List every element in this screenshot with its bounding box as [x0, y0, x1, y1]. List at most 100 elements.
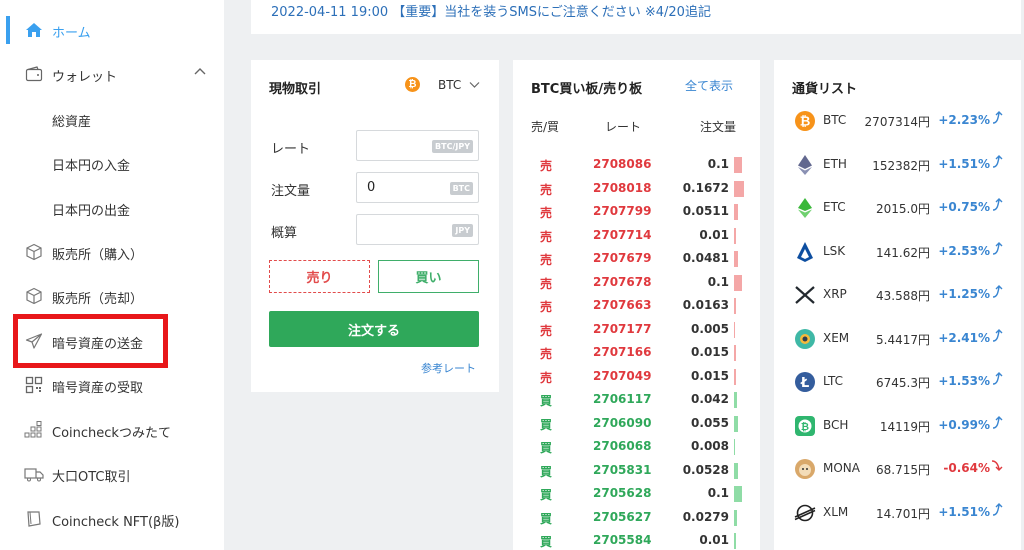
- coin-row-xrp[interactable]: XRP 43.588円 +1.25%: [774, 274, 1021, 318]
- unit-badge: BTC/JPY: [432, 140, 473, 153]
- sidebar-item-nft[interactable]: Coincheck NFT(β版): [0, 503, 224, 535]
- depth-bar: [734, 392, 737, 408]
- depth-bar: [734, 227, 736, 244]
- order-price: 2706117: [593, 392, 652, 406]
- order-qty: 0.0163: [682, 298, 729, 312]
- table-row[interactable]: 買 2705584 0.01: [513, 529, 760, 550]
- order-price: 2706068: [593, 439, 652, 453]
- order-qty: 0.1: [707, 486, 729, 500]
- order-price: 2705627: [593, 509, 652, 524]
- order-price: 2707166: [593, 345, 652, 359]
- sidebar-item-tsumitate[interactable]: Coincheckつみたて: [0, 414, 224, 446]
- order-price: 2707678: [593, 274, 652, 289]
- xlm-icon: [794, 502, 816, 524]
- table-row[interactable]: 売 2707049 0.015: [513, 365, 760, 389]
- coin-row-etc[interactable]: ETC 2015.0円 +0.75%: [774, 187, 1021, 231]
- table-row[interactable]: 売 2707714 0.01: [513, 224, 760, 248]
- cube-icon: [24, 286, 44, 306]
- amount-value: 0: [367, 180, 376, 195]
- coin-row-xem[interactable]: XEM 5.4417円 +2.41%: [774, 318, 1021, 362]
- coin-row-bch[interactable]: ₿ BCH 14119円 +0.99%: [774, 405, 1021, 449]
- order-qty: 0.0528: [682, 462, 729, 477]
- notice-link[interactable]: 2022-04-11 19:00 【重要】当社を装うSMSにご注意ください ※4…: [271, 1, 711, 20]
- table-row[interactable]: 売 2707663 0.0163: [513, 294, 760, 318]
- table-row[interactable]: 売 2707679 0.0481: [513, 247, 760, 271]
- table-row[interactable]: 売 2708086 0.1: [513, 153, 760, 177]
- table-row[interactable]: 売 2707799 0.0511: [513, 200, 760, 224]
- sidebar-item-label: 販売所（売却）: [52, 292, 144, 307]
- coin-symbol: ETH: [823, 156, 847, 171]
- depth-bar: [734, 509, 737, 526]
- trend-up-icon: [991, 284, 1003, 302]
- coin-price: 2015.0円: [876, 202, 930, 216]
- estimate-input[interactable]: JPY: [356, 214, 479, 245]
- coin-row-ltc[interactable]: Ł LTC 6745.3円 +1.53%: [774, 361, 1021, 405]
- coin-price: 2707314円: [864, 115, 930, 129]
- trend-up-icon: [991, 328, 1003, 346]
- rate-input[interactable]: BTC/JPY: [356, 130, 479, 161]
- table-row[interactable]: 売 2707166 0.015: [513, 341, 760, 365]
- coin-price: 43.588円: [876, 289, 930, 303]
- depth-bar: [734, 251, 738, 267]
- coin-row-xlm[interactable]: XLM 14.701円 +1.51%: [774, 492, 1021, 536]
- sell-button[interactable]: 売り: [269, 260, 370, 293]
- buy-button[interactable]: 買い: [378, 260, 479, 293]
- etc-icon: [794, 197, 816, 219]
- order-side: 売: [540, 253, 553, 267]
- table-row[interactable]: 買 2705627 0.0279: [513, 506, 760, 530]
- panel-title: 通貨リスト: [792, 82, 858, 97]
- order-side: 売: [540, 370, 553, 385]
- table-row[interactable]: 買 2706090 0.055: [513, 412, 760, 436]
- table-row[interactable]: 売 2707678 0.1: [513, 271, 760, 295]
- order-price: 2705831: [593, 462, 652, 477]
- coin-price: 152382円: [872, 158, 930, 173]
- sidebar-item-jpy-deposit[interactable]: 日本円の入金: [0, 147, 224, 179]
- table-row[interactable]: 売 2707177 0.005: [513, 318, 760, 342]
- coin-selector[interactable]: ₿ BTC: [405, 77, 480, 92]
- panel-title: 現物取引: [269, 82, 322, 97]
- sidebar-item-otc[interactable]: 大口OTC取引: [0, 458, 224, 490]
- sidebar-item-label: 暗号資産の受取: [52, 381, 144, 396]
- sidebar-item-total-assets[interactable]: 総資産: [0, 103, 224, 135]
- order-button[interactable]: 注文する: [269, 311, 479, 347]
- sidebar-item-wallet[interactable]: ウォレット: [0, 58, 224, 90]
- sidebar-item-label: ホーム: [52, 26, 91, 41]
- order-side: 買: [540, 488, 553, 502]
- xrp-icon: [794, 284, 816, 306]
- coin-change: +1.51%: [938, 504, 990, 519]
- order-price: 2707799: [593, 204, 652, 218]
- order-side: 買: [540, 394, 553, 408]
- table-row[interactable]: 買 2706117 0.042: [513, 388, 760, 412]
- show-all-link[interactable]: 全て表示: [685, 77, 733, 94]
- order-side: 買: [540, 535, 553, 549]
- order-side: 売: [540, 347, 553, 361]
- order-qty: 0.0511: [682, 204, 729, 218]
- coin-row-lsk[interactable]: LSK 141.62円 +2.53%: [774, 231, 1021, 275]
- chevron-up-icon[interactable]: [194, 66, 206, 81]
- sidebar-item-jpy-withdraw[interactable]: 日本円の出金: [0, 192, 224, 224]
- coin-row-btc[interactable]: ₿ BTC 2707314円 +2.23%: [774, 100, 1021, 144]
- amount-input[interactable]: 0 BTC: [356, 172, 479, 203]
- table-row[interactable]: 売 2708018 0.1672: [513, 177, 760, 201]
- notice-bar: 2022-04-11 19:00 【重要】当社を装うSMSにご注意ください ※4…: [251, 0, 1021, 34]
- sidebar-item-shop-buy[interactable]: 販売所（購入）: [0, 236, 224, 268]
- sidebar-item-shop-sell[interactable]: 販売所（売却）: [0, 280, 224, 312]
- table-row[interactable]: 買 2705628 0.1: [513, 482, 760, 506]
- table-row[interactable]: 買 2706068 0.008: [513, 435, 760, 459]
- reference-rate-link[interactable]: 参考レート: [421, 360, 476, 376]
- home-icon: [24, 20, 44, 40]
- lsk-icon: [794, 241, 816, 263]
- svg-text:Ł: Ł: [800, 376, 809, 391]
- order-book-panel: BTC買い板/売り板 全て表示 売/買 レート 注文量 売 2708086 0.1 売…: [513, 60, 760, 550]
- coin-change: +2.53%: [938, 243, 990, 258]
- depth-bar: [734, 321, 735, 338]
- order-qty: 0.1672: [682, 180, 729, 195]
- coin-price: 14119円: [879, 419, 930, 434]
- coin-row-mona[interactable]: MONA 68.715円 -0.64%: [774, 448, 1021, 492]
- coin-row-eth[interactable]: ETH 152382円 +1.51%: [774, 144, 1021, 188]
- sidebar-item-crypto-receive[interactable]: 暗号資産の受取: [0, 369, 224, 401]
- table-row[interactable]: 買 2705831 0.0528: [513, 459, 760, 483]
- sidebar-item-home[interactable]: ホーム: [0, 14, 224, 46]
- rate-label: レート: [271, 142, 311, 157]
- order-side: 売: [540, 276, 553, 291]
